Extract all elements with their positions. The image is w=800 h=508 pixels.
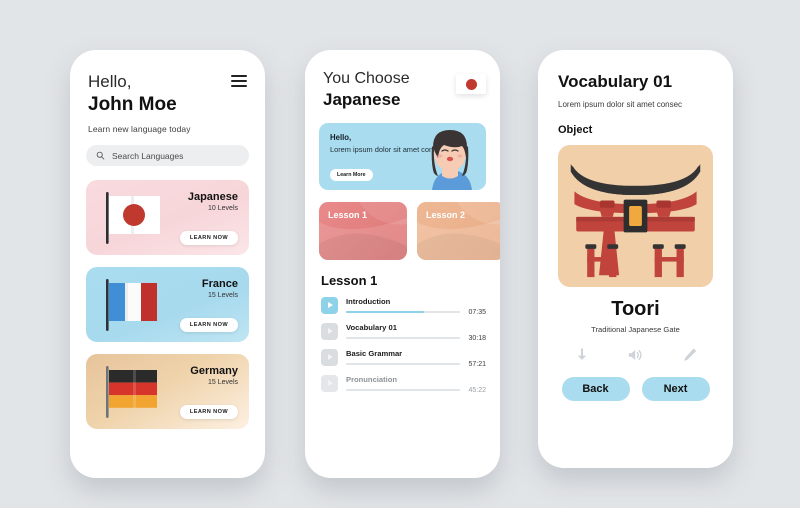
language-levels: 10 Levels (208, 205, 238, 213)
play-icon[interactable] (321, 296, 338, 314)
progress-bar[interactable] (346, 362, 461, 366)
japan-flag-badge (456, 74, 486, 94)
language-card-france[interactable]: France 15 Levels LEARN NOW (86, 267, 249, 343)
track-duration: 57:21 (468, 360, 486, 368)
learn-now-button[interactable]: LEARN NOW (179, 318, 238, 333)
torii-gate (558, 145, 713, 287)
back-button[interactable]: Back (561, 377, 630, 401)
play-icon[interactable] (321, 348, 338, 366)
speaker-icon[interactable] (628, 347, 644, 363)
lesson-heading: Lesson 1 (321, 272, 378, 288)
action-icon-row (538, 347, 733, 363)
progress-bar[interactable] (346, 310, 461, 314)
section-label: Object (558, 124, 593, 136)
page-subtitle: Lorem ipsum dolor sit amet consec (558, 100, 683, 109)
page-title: Vocabulary 01 (558, 72, 673, 91)
home-header: Hello, John Moe Learn new language today (70, 50, 265, 134)
language-name: Germany (190, 365, 238, 378)
japan-flag (98, 190, 170, 246)
play-icon[interactable] (321, 322, 338, 340)
track-duration: 30:18 (468, 334, 486, 342)
track-row[interactable]: Introduction 07:35 (321, 296, 486, 316)
woman-avatar (418, 128, 482, 190)
download-icon[interactable] (574, 347, 590, 363)
language-card-text: Japanese 10 Levels (188, 191, 238, 212)
promo-banner[interactable]: Hello, Lorem ipsum dolor sit amet consec… (319, 122, 486, 190)
pencil-icon[interactable] (682, 347, 698, 363)
vocabulary-word: Toori (611, 298, 660, 320)
language-list: Japanese 10 Levels LEARN NOW France 15 L… (70, 180, 265, 430)
track-duration: 07:35 (468, 308, 486, 316)
japan-flag-dot (465, 78, 477, 90)
track-name: Introduction (346, 296, 391, 306)
track-row[interactable]: Basic Grammar 57:21 (321, 348, 486, 368)
language-card-germany[interactable]: Germany 15 Levels LEARN NOW (86, 354, 249, 430)
language-levels: 15 Levels (208, 292, 238, 300)
track-duration: 45:22 (468, 386, 486, 394)
course-header: You Choose Japanese (305, 50, 500, 111)
vocabulary-meaning: Traditional Japanese Gate (591, 325, 680, 334)
language-levels: 15 Levels (208, 379, 238, 387)
track-name: Vocabulary 01 (346, 322, 397, 332)
track-row[interactable]: Vocabulary 01 30:18 (321, 322, 486, 342)
learn-more-button[interactable]: Learn More (330, 168, 373, 181)
track-name: Pronunciation (346, 374, 398, 384)
track-name: Basic Grammar (346, 348, 403, 358)
lesson-card-row: Lesson 1 Lesson 2 (319, 201, 500, 260)
progress-bar[interactable] (346, 336, 461, 340)
phone-screen-vocabulary: Vocabulary 01 Lorem ipsum dolor sit amet… (538, 50, 733, 468)
phone-screen-course: You Choose Japanese Hello, Lorem ipsum d… (305, 50, 500, 478)
language-name: France (201, 278, 238, 291)
track-list: Introduction 07:35 Vocabulary 01 30:18 B… (321, 296, 486, 394)
language-name: Japanese (187, 191, 238, 204)
next-button[interactable]: Next (641, 377, 710, 401)
france-flag (98, 277, 170, 333)
language-card-text: Germany 15 Levels (190, 365, 238, 386)
learn-now-button[interactable]: LEARN NOW (179, 405, 238, 420)
language-card-japanese[interactable]: Japanese 10 Levels LEARN NOW (86, 180, 249, 256)
track-info: Basic Grammar (346, 348, 461, 366)
greeting-username: John Moe (88, 93, 177, 115)
search-icon (96, 152, 105, 160)
vocabulary-header: Vocabulary 01 Lorem ipsum dolor sit amet… (538, 50, 733, 136)
app-mockup-stage: Hello, John Moe Learn new language today… (0, 0, 800, 508)
track-row[interactable]: Pronunciation 45:22 (321, 374, 486, 394)
phone-screen-home: Hello, John Moe Learn new language today… (70, 50, 265, 478)
language-card-text: France 15 Levels (202, 278, 238, 299)
lesson-card-label: Lesson 1 (328, 209, 368, 220)
germany-flag (98, 364, 170, 420)
hamburger-icon[interactable] (231, 75, 247, 87)
lesson-card-2[interactable]: Lesson 2 (417, 201, 500, 260)
greeting-hello: Hello, (88, 72, 132, 91)
lesson-card-1[interactable]: Lesson 1 (319, 201, 407, 260)
track-info: Introduction (346, 296, 461, 314)
progress-bar[interactable] (346, 388, 461, 392)
play-icon[interactable] (321, 374, 338, 392)
search-placeholder: Search Languages (112, 150, 184, 161)
track-info: Pronunciation (346, 374, 461, 392)
greeting-subtitle: Learn new language today (88, 124, 191, 135)
lesson-card-label: Lesson 2 (426, 209, 466, 220)
navigation-buttons: Back Next (538, 377, 733, 401)
search-input[interactable]: Search Languages (86, 145, 249, 167)
learn-now-button[interactable]: LEARN NOW (179, 231, 238, 246)
track-info: Vocabulary 01 (346, 322, 461, 340)
